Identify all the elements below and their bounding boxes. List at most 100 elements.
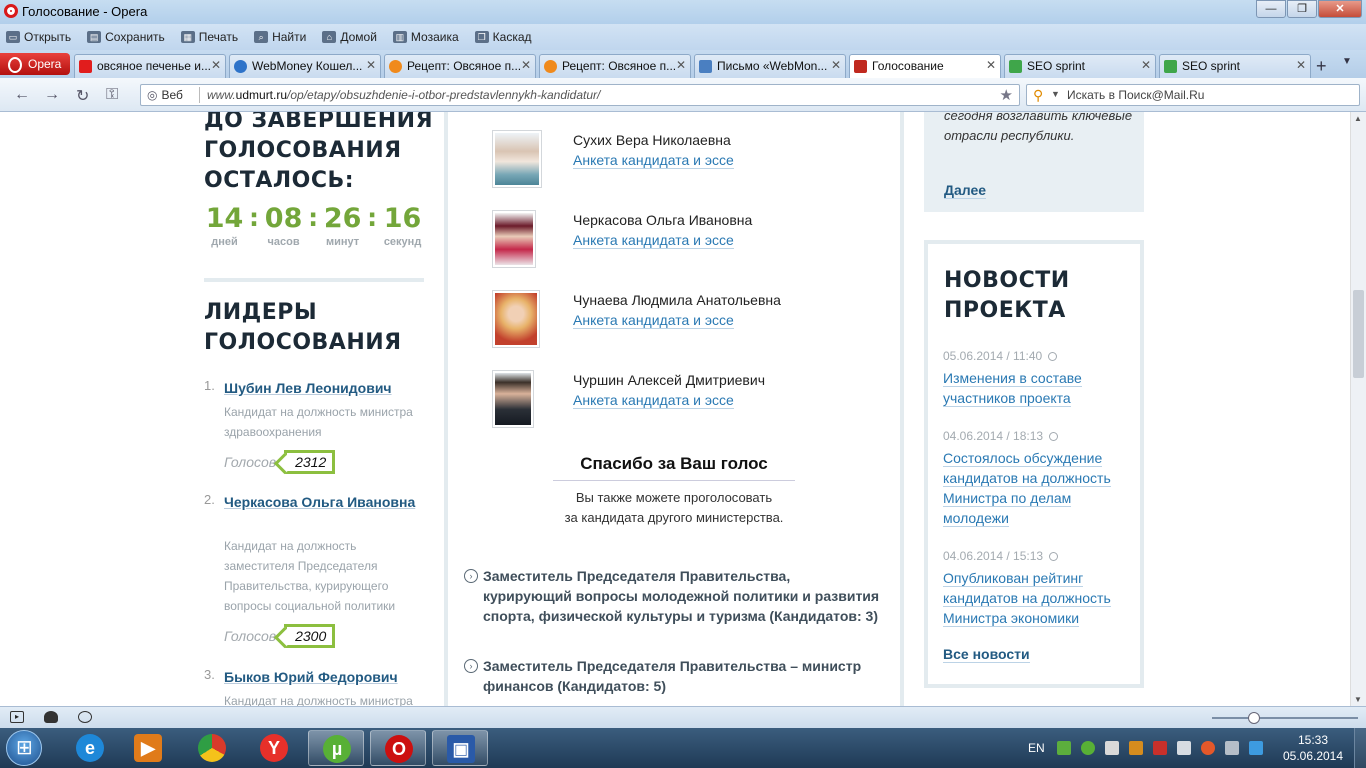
tray-app-icon[interactable]	[1056, 741, 1071, 755]
taskbar-yandex[interactable]: Y	[246, 730, 302, 766]
leader-name-link[interactable]: Быков Юрий Федорович	[224, 667, 424, 687]
tab-close-icon[interactable]: ✕	[1141, 58, 1151, 72]
candidate-profile-link[interactable]: Анкета кандидата и эссе	[573, 392, 734, 409]
tab-4[interactable]: Рецепт: Овсяное п... ✕	[539, 54, 691, 78]
system-tray: EN	[1028, 728, 1273, 768]
maximize-button[interactable]: ❐	[1287, 0, 1317, 18]
news-link[interactable]: Опубликован рейтинг кандидатов на должно…	[943, 568, 1133, 628]
candidate-photo[interactable]	[492, 370, 534, 428]
clock-icon	[1048, 352, 1058, 361]
tab-close-icon[interactable]: ✕	[211, 58, 221, 72]
tab-1[interactable]: овсяное печенье и... ✕	[74, 54, 226, 78]
show-desktop-button[interactable]	[1354, 728, 1366, 768]
tab-close-icon[interactable]: ✕	[366, 58, 376, 72]
candidate-photo[interactable]	[492, 130, 542, 188]
taskbar-floppy[interactable]: ▣	[432, 730, 488, 766]
candidate-profile-link[interactable]: Анкета кандидата и эссе	[573, 312, 734, 329]
tray-warning-icon[interactable]	[1200, 741, 1215, 755]
leader-name-link[interactable]: Черкасова Ольга Ивановна	[224, 492, 424, 512]
opera-menu-button[interactable]: Opera	[0, 53, 70, 75]
opera-logo-icon	[4, 4, 18, 18]
start-button[interactable]	[6, 730, 42, 766]
cascade-button[interactable]: ❐ Каскад	[474, 30, 532, 44]
print-button[interactable]: ▦ Печать	[180, 30, 238, 44]
news-link[interactable]: Изменения в составе участников проекта	[943, 368, 1133, 408]
save-button[interactable]: ▤ Сохранить	[87, 30, 165, 44]
candidate-photo[interactable]	[492, 290, 540, 348]
chevron-right-icon: ›	[464, 659, 478, 673]
language-indicator[interactable]: EN	[1028, 741, 1045, 755]
tab-2[interactable]: WebMoney Кошел... ✕	[229, 54, 381, 78]
recipe-favicon-icon	[389, 60, 402, 73]
turbo-speedometer-icon[interactable]	[78, 711, 92, 723]
tray-network-error-icon[interactable]	[1152, 741, 1167, 755]
back-button[interactable]: ←	[14, 86, 30, 104]
page-scrollbar[interactable]: ▲ ▼	[1350, 112, 1366, 706]
tray-generic-icon[interactable]	[1104, 741, 1119, 755]
folder-icon: ▭	[6, 31, 20, 43]
candidate-photo[interactable]	[492, 210, 536, 268]
tab-7[interactable]: SEO sprint ✕	[1004, 54, 1156, 78]
url-text[interactable]: www.udmurt.ru/op/etapy/obsuzhdenie-i-otb…	[207, 88, 600, 102]
save-icon: ▤	[87, 31, 102, 43]
tab-close-icon[interactable]: ✕	[986, 58, 996, 72]
more-link[interactable]: Далее	[944, 182, 987, 199]
reload-button[interactable]: ↻	[76, 86, 89, 106]
search-field[interactable]: ⚲ ▼ Искать в Поиск@Mail.Ru	[1026, 84, 1360, 106]
opera-unite-cloud-icon[interactable]	[44, 711, 58, 723]
new-tab-button[interactable]: +	[1316, 56, 1327, 77]
web-badge[interactable]: Веб	[147, 88, 182, 102]
timer-days: 14	[205, 203, 244, 234]
tab-5[interactable]: Письмо «WebMon... ✕	[694, 54, 846, 78]
candidate-profile-link[interactable]: Анкета кандидата и эссе	[573, 232, 734, 249]
tab-close-icon[interactable]: ✕	[1296, 58, 1306, 72]
open-button[interactable]: ▭ Открыть	[6, 30, 71, 44]
ministry-link[interactable]: › Заместитель Председателя Правительства…	[464, 566, 884, 650]
taskbar-utorrent[interactable]: µ	[308, 730, 364, 766]
leader-item: 3. Быков Юрий Федорович Кандидат на долж…	[204, 667, 424, 706]
minimize-button[interactable]: —	[1256, 0, 1286, 18]
taskbar-ie[interactable]: e	[62, 730, 118, 766]
close-button[interactable]: ✕	[1318, 0, 1362, 18]
zoom-slider-knob[interactable]	[1248, 712, 1260, 724]
bookmark-star-icon[interactable]: ★	[1000, 86, 1013, 104]
panel-toggle-icon[interactable]: ▸	[10, 711, 24, 723]
search-engine-icon[interactable]: ⚲	[1033, 87, 1043, 104]
taskbar-opera[interactable]: O	[370, 730, 426, 766]
tab-close-icon[interactable]: ✕	[676, 58, 686, 72]
tab-close-icon[interactable]: ✕	[831, 58, 841, 72]
scroll-up-icon[interactable]: ▲	[1354, 114, 1362, 123]
recipe-favicon-icon	[544, 60, 557, 73]
tab-list-chevron-icon[interactable]: ▼	[1342, 56, 1352, 67]
candidate-row: Чунаева Людмила Анатольевна Анкета канди…	[492, 290, 882, 350]
home-button[interactable]: ⌂ Домой	[322, 30, 377, 44]
tray-speaker-icon[interactable]	[1128, 741, 1143, 755]
news-link[interactable]: Состоялось обсуждение кандидатов на долж…	[943, 448, 1133, 528]
tray-wifi-icon[interactable]	[1176, 741, 1191, 755]
tab-6-active[interactable]: Голосование ✕	[849, 54, 1001, 78]
zoom-slider[interactable]	[1212, 712, 1358, 724]
taskbar-media-player[interactable]: ▶	[120, 730, 176, 766]
tab-3[interactable]: Рецепт: Овсяное п... ✕	[384, 54, 536, 78]
all-news-link[interactable]: Все новости	[943, 646, 1030, 663]
find-button[interactable]: ⌕ Найти	[254, 30, 306, 44]
taskbar-clock[interactable]: 15:33 05.06.2014	[1280, 732, 1346, 764]
tab-close-icon[interactable]: ✕	[521, 58, 531, 72]
news-item: 05.06.2014 / 11:40 Изменения в составе у…	[943, 348, 1133, 408]
leader-name-link[interactable]: Шубин Лев Леонидович	[224, 378, 424, 398]
ministry-link[interactable]: › Заместитель Председателя Правительства…	[464, 656, 884, 700]
yandex-favicon-icon	[79, 60, 92, 73]
tray-signal-icon[interactable]	[1224, 741, 1239, 755]
tray-utorrent-icon[interactable]	[1080, 741, 1095, 755]
tile-button[interactable]: ▥ Мозаика	[392, 30, 459, 44]
candidate-profile-link[interactable]: Анкета кандидата и эссе	[573, 152, 734, 169]
tab-8[interactable]: SEO sprint ✕	[1159, 54, 1311, 78]
scrollbar-thumb[interactable]	[1353, 290, 1364, 378]
tray-update-icon[interactable]	[1248, 741, 1263, 755]
wand-key-button[interactable]: ⚿	[106, 86, 118, 104]
taskbar-chrome[interactable]	[184, 730, 240, 766]
scroll-down-icon[interactable]: ▼	[1354, 695, 1362, 704]
address-field[interactable]: Веб www.udmurt.ru/op/etapy/obsuzhdenie-i…	[140, 84, 1020, 106]
chevron-down-icon[interactable]: ▼	[1051, 89, 1060, 99]
forward-button[interactable]: →	[44, 86, 60, 104]
